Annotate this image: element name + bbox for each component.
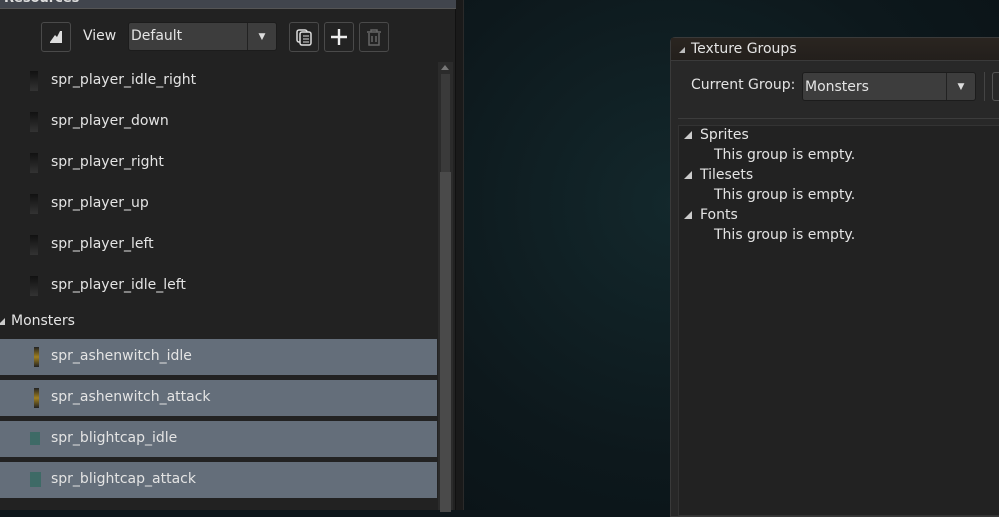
divider xyxy=(984,72,985,101)
resources-panel: Resources View Default ▼ spr_player_idle… xyxy=(0,0,456,512)
current-group-select[interactable]: Monsters ▼ xyxy=(802,72,976,101)
expand-triangle-icon[interactable] xyxy=(684,171,692,179)
filter-icon xyxy=(50,31,62,43)
trash-icon xyxy=(367,29,381,46)
group-action-button[interactable] xyxy=(992,72,999,101)
list-item[interactable]: spr_player_left xyxy=(0,227,437,263)
expand-triangle-icon[interactable] xyxy=(684,211,692,219)
item-label: spr_ashenwitch_attack xyxy=(51,389,211,405)
list-item-selected[interactable]: spr_blightcap_attack xyxy=(0,462,437,498)
list-item[interactable]: spr_player_idle_left xyxy=(0,268,437,304)
add-button[interactable] xyxy=(324,22,354,52)
window-title: Texture Groups xyxy=(691,41,797,57)
group-monsters[interactable]: Monsters xyxy=(0,313,75,329)
chevron-down-icon[interactable]: ▼ xyxy=(946,73,975,100)
empty-message: This group is empty. xyxy=(714,187,856,203)
window-titlebar[interactable]: Texture Groups xyxy=(671,38,999,61)
list-item-selected[interactable]: spr_ashenwitch_attack xyxy=(0,380,437,416)
item-label: spr_player_down xyxy=(51,113,169,129)
sprite-thumbnail-icon xyxy=(30,432,40,445)
scroll-up-icon[interactable] xyxy=(441,65,449,70)
texture-group-tree: Sprites This group is empty. Tilesets Th… xyxy=(678,125,999,516)
resources-toolbar: View Default ▼ xyxy=(0,22,440,52)
empty-message: This group is empty. xyxy=(714,227,856,243)
resources-scrollbar[interactable] xyxy=(438,62,453,512)
current-group-label: Current Group: xyxy=(691,77,796,93)
section-label: Fonts xyxy=(700,207,738,223)
sprite-thumbnail-icon xyxy=(30,235,38,255)
list-item[interactable]: spr_player_up xyxy=(0,186,437,222)
item-label: spr_blightcap_idle xyxy=(51,430,178,446)
section-label: Sprites xyxy=(700,127,749,143)
scrollbar-track xyxy=(441,74,450,174)
section-sprites[interactable]: Sprites xyxy=(684,127,749,143)
panel-header: Resources xyxy=(0,0,456,9)
sprite-thumbnail-icon xyxy=(34,347,39,367)
item-label: spr_player_left xyxy=(51,236,154,252)
item-label: spr_player_idle_right xyxy=(51,72,197,88)
current-group-value: Monsters xyxy=(805,79,869,95)
sprite-thumbnail-icon xyxy=(30,112,38,132)
copy-icon xyxy=(296,29,312,46)
view-label: View xyxy=(83,28,117,44)
sprite-thumbnail-icon xyxy=(30,472,41,487)
chevron-down-icon[interactable]: ▼ xyxy=(247,23,276,50)
divider xyxy=(678,118,999,119)
view-select[interactable]: Default ▼ xyxy=(128,22,277,51)
sprite-thumbnail-icon xyxy=(30,276,38,296)
delete-button[interactable] xyxy=(359,22,389,52)
copy-button[interactable] xyxy=(289,22,319,52)
sprite-thumbnail-icon xyxy=(30,71,38,91)
list-item-selected[interactable]: spr_blightcap_idle xyxy=(0,421,437,457)
filter-button[interactable] xyxy=(41,22,71,52)
item-label: spr_ashenwitch_idle xyxy=(51,348,192,364)
item-label: spr_player_right xyxy=(51,154,164,170)
sprite-thumbnail-icon xyxy=(30,194,38,214)
list-item[interactable]: spr_player_down xyxy=(0,104,437,140)
collapse-triangle-icon[interactable] xyxy=(679,47,685,53)
section-fonts[interactable]: Fonts xyxy=(684,207,738,223)
empty-message: This group is empty. xyxy=(714,147,856,163)
list-item[interactable]: spr_player_idle_right xyxy=(0,63,437,99)
list-item[interactable]: spr_player_right xyxy=(0,145,437,181)
plus-icon xyxy=(331,29,347,45)
item-label: spr_player_idle_left xyxy=(51,277,186,293)
sprite-thumbnail-icon xyxy=(30,153,38,173)
sprite-thumbnail-icon xyxy=(34,388,39,408)
list-item-selected[interactable]: spr_ashenwitch_idle xyxy=(0,339,437,375)
section-label: Tilesets xyxy=(700,167,754,183)
expand-triangle-icon[interactable] xyxy=(684,131,692,139)
section-tilesets[interactable]: Tilesets xyxy=(684,167,753,183)
view-select-value: Default xyxy=(131,28,183,44)
texture-groups-window: Texture Groups Current Group: Monsters ▼… xyxy=(670,37,999,517)
expand-triangle-icon[interactable] xyxy=(0,318,5,325)
panel-splitter[interactable] xyxy=(456,0,464,510)
item-label: spr_player_up xyxy=(51,195,149,211)
scrollbar-thumb[interactable] xyxy=(440,172,451,512)
item-label: spr_blightcap_attack xyxy=(51,471,196,487)
group-label: Monsters xyxy=(11,313,75,329)
